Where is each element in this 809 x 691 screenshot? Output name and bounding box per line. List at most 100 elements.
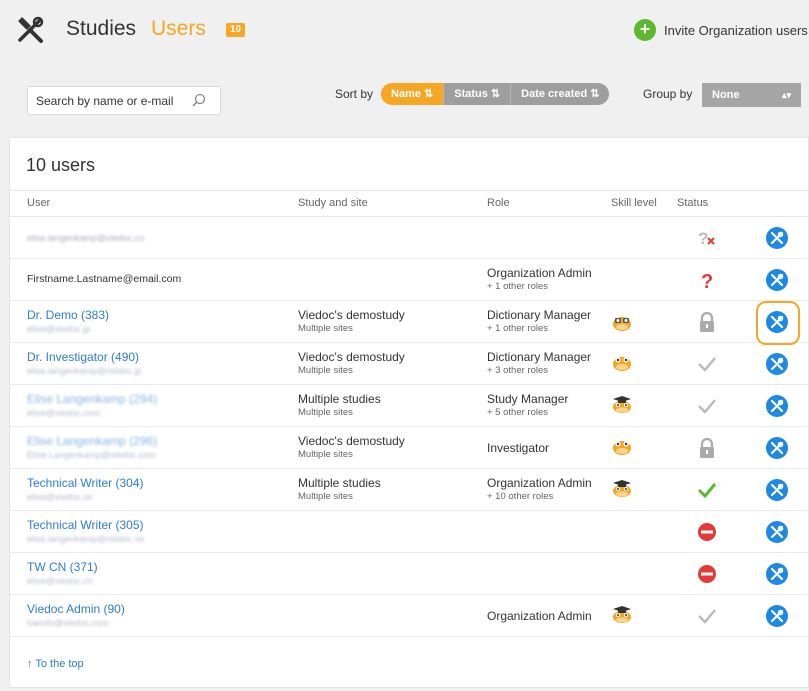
group-by-value: None (712, 89, 740, 101)
user-site: Multiple sites (298, 449, 353, 460)
user-study: Viedoc's demostudy (298, 308, 405, 322)
question-status-icon: ? (701, 271, 713, 291)
table-row[interactable]: TW CN (371) elise@viedoc.cn (10, 553, 809, 595)
invite-organization-users-button[interactable]: + Invite Organization users (634, 19, 808, 41)
user-name-link[interactable]: Dr. Demo (383) (27, 308, 109, 322)
filter-toolbar: Search by name or e-mail Sort by Name ⇅ … (0, 60, 809, 140)
user-name-link[interactable]: Technical Writer (304) (27, 476, 143, 490)
user-email: elise@viedoc.cn (27, 576, 93, 586)
user-email: elise@viedoc.jp (27, 324, 91, 334)
search-input[interactable]: Search by name or e-mail (27, 86, 221, 115)
lock-status-icon (700, 311, 714, 332)
check-gray-status-icon (698, 609, 716, 624)
check-green-status-icon (697, 483, 717, 499)
user-role: Dictionary Manager (487, 350, 592, 364)
col-role: Role (487, 197, 510, 209)
tools-icon[interactable] (16, 16, 44, 44)
user-name-link[interactable]: Elise Langenkamp (296) (27, 434, 157, 448)
user-site: Multiple sites (298, 323, 353, 334)
svg-text:?: ? (701, 271, 713, 291)
user-role: Investigator (487, 441, 550, 455)
user-settings-icon[interactable] (766, 437, 788, 459)
owl-skill-icon (613, 357, 631, 371)
search-placeholder: Search by name or e-mail (36, 93, 174, 108)
user-role-others: + 3 other roles (487, 365, 548, 376)
table-row[interactable]: elise.langenkamp@viedoc.cn ? (10, 217, 809, 259)
plus-icon: + (634, 19, 656, 41)
blocked-status-icon (698, 565, 716, 583)
table-row[interactable]: Technical Writer (304) elise@viedoc.se M… (10, 469, 809, 511)
table-header: User Study and site Role Skill level Sta… (10, 190, 809, 217)
user-role: Organization Admin (487, 476, 592, 490)
table-row[interactable]: Elise Langenkamp (296) Elise.Langenkamp@… (10, 427, 809, 469)
user-name-link[interactable]: Dr. Investigator (490) (27, 350, 139, 364)
user-role-others: + 5 other roles (487, 407, 548, 418)
table-row[interactable]: Dr. Investigator (490) elise.langenkamp@… (10, 343, 809, 385)
user-email: hanofs@viedoc.com (27, 618, 109, 628)
user-name: Firstname.Lastname@email.com (27, 273, 182, 285)
table-row[interactable]: Elise Langenkamp (294) elise@viedoc.com … (10, 385, 809, 427)
col-study-site: Study and site (298, 197, 368, 209)
user-study: Viedoc's demostudy (298, 350, 405, 364)
user-role: Organization Admin (487, 609, 592, 623)
search-icon[interactable] (192, 93, 206, 107)
user-site: Multiple sites (298, 407, 353, 418)
user-role: Organization Admin (487, 266, 592, 280)
highlight-ring (756, 301, 800, 345)
question-x-status-icon: ? (698, 229, 715, 248)
user-email: elise@viedoc.se (27, 492, 93, 502)
lock-status-icon (700, 437, 714, 458)
user-name-link[interactable]: Technical Writer (305) (27, 518, 143, 532)
nav-users[interactable]: Users (151, 17, 206, 41)
user-role-others: + 10 other roles (487, 491, 554, 502)
select-arrows-icon: ▴▾ (781, 90, 791, 100)
table-row[interactable]: Dr. Demo (383) elise@viedoc.jp Viedoc's … (10, 301, 809, 343)
sort-options: Name ⇅ Status ⇅ Date created ⇅ (381, 83, 610, 105)
table-row[interactable]: Technical Writer (305) elise.langenkamp@… (10, 511, 809, 553)
user-settings-icon[interactable] (766, 395, 788, 417)
user-site: Multiple sites (298, 365, 353, 376)
user-settings-icon[interactable] (766, 353, 788, 375)
table-row[interactable]: Viedoc Admin (90) hanofs@viedoc.com Orga… (10, 595, 809, 637)
table-row[interactable]: Firstname.Lastname@email.com Organizatio… (10, 259, 809, 301)
user-email: elise@viedoc.com (27, 408, 101, 418)
arrow-up-icon: ↑ (27, 658, 33, 670)
user-settings-icon[interactable] (766, 269, 788, 291)
user-settings-icon[interactable] (766, 605, 788, 627)
col-skill-level: Skill level (611, 197, 657, 209)
user-email: elise.langenkamp@viedoc.se (27, 534, 145, 544)
group-by-select[interactable]: None ▴▾ (702, 83, 801, 107)
user-settings-icon[interactable] (766, 227, 788, 249)
owl-skill-icon (613, 441, 631, 455)
user-name-link[interactable]: TW CN (371) (27, 560, 98, 574)
user-settings-icon[interactable] (766, 521, 788, 543)
user-email: elise.langenkamp@viedoc.cn (27, 233, 145, 243)
to-the-top-link[interactable]: ↑ To the top (27, 658, 84, 670)
user-settings-icon[interactable] (766, 563, 788, 585)
sort-name-button[interactable]: Name ⇅ (381, 83, 444, 105)
invite-label: Invite Organization users (664, 22, 808, 38)
user-site: Multiple sites (298, 491, 353, 502)
user-name-link[interactable]: Viedoc Admin (90) (27, 602, 125, 616)
user-role: Study Manager (487, 392, 569, 406)
user-study: Multiple studies (298, 392, 381, 406)
user-email: Elise.Langenkamp@viedoc.com (27, 450, 156, 460)
to-the-top-label: To the top (35, 658, 84, 670)
users-count-title: 10 users (26, 155, 96, 175)
sort-date-created-button[interactable]: Date created ⇅ (510, 83, 610, 105)
user-role-others: + 1 other roles (487, 281, 548, 292)
users-panel: 10 users User Study and site Role Skill … (9, 137, 809, 688)
check-gray-status-icon (698, 399, 716, 414)
owl-graduate-skill-icon (613, 606, 631, 623)
nav-studies[interactable]: Studies (66, 17, 136, 41)
top-bar: Studies Users 10 + Invite Organization u… (0, 0, 809, 60)
user-settings-icon[interactable] (766, 479, 788, 501)
user-name-link[interactable]: Elise Langenkamp (294) (27, 392, 157, 406)
svg-text:?: ? (698, 229, 708, 248)
user-study: Viedoc's demostudy (298, 434, 405, 448)
users-count-badge: 10 (226, 23, 246, 37)
sort-status-button[interactable]: Status ⇅ (443, 83, 511, 105)
owl-graduate-skill-icon (613, 480, 631, 497)
group-by-label: Group by (643, 87, 693, 101)
col-status: Status (677, 197, 709, 209)
